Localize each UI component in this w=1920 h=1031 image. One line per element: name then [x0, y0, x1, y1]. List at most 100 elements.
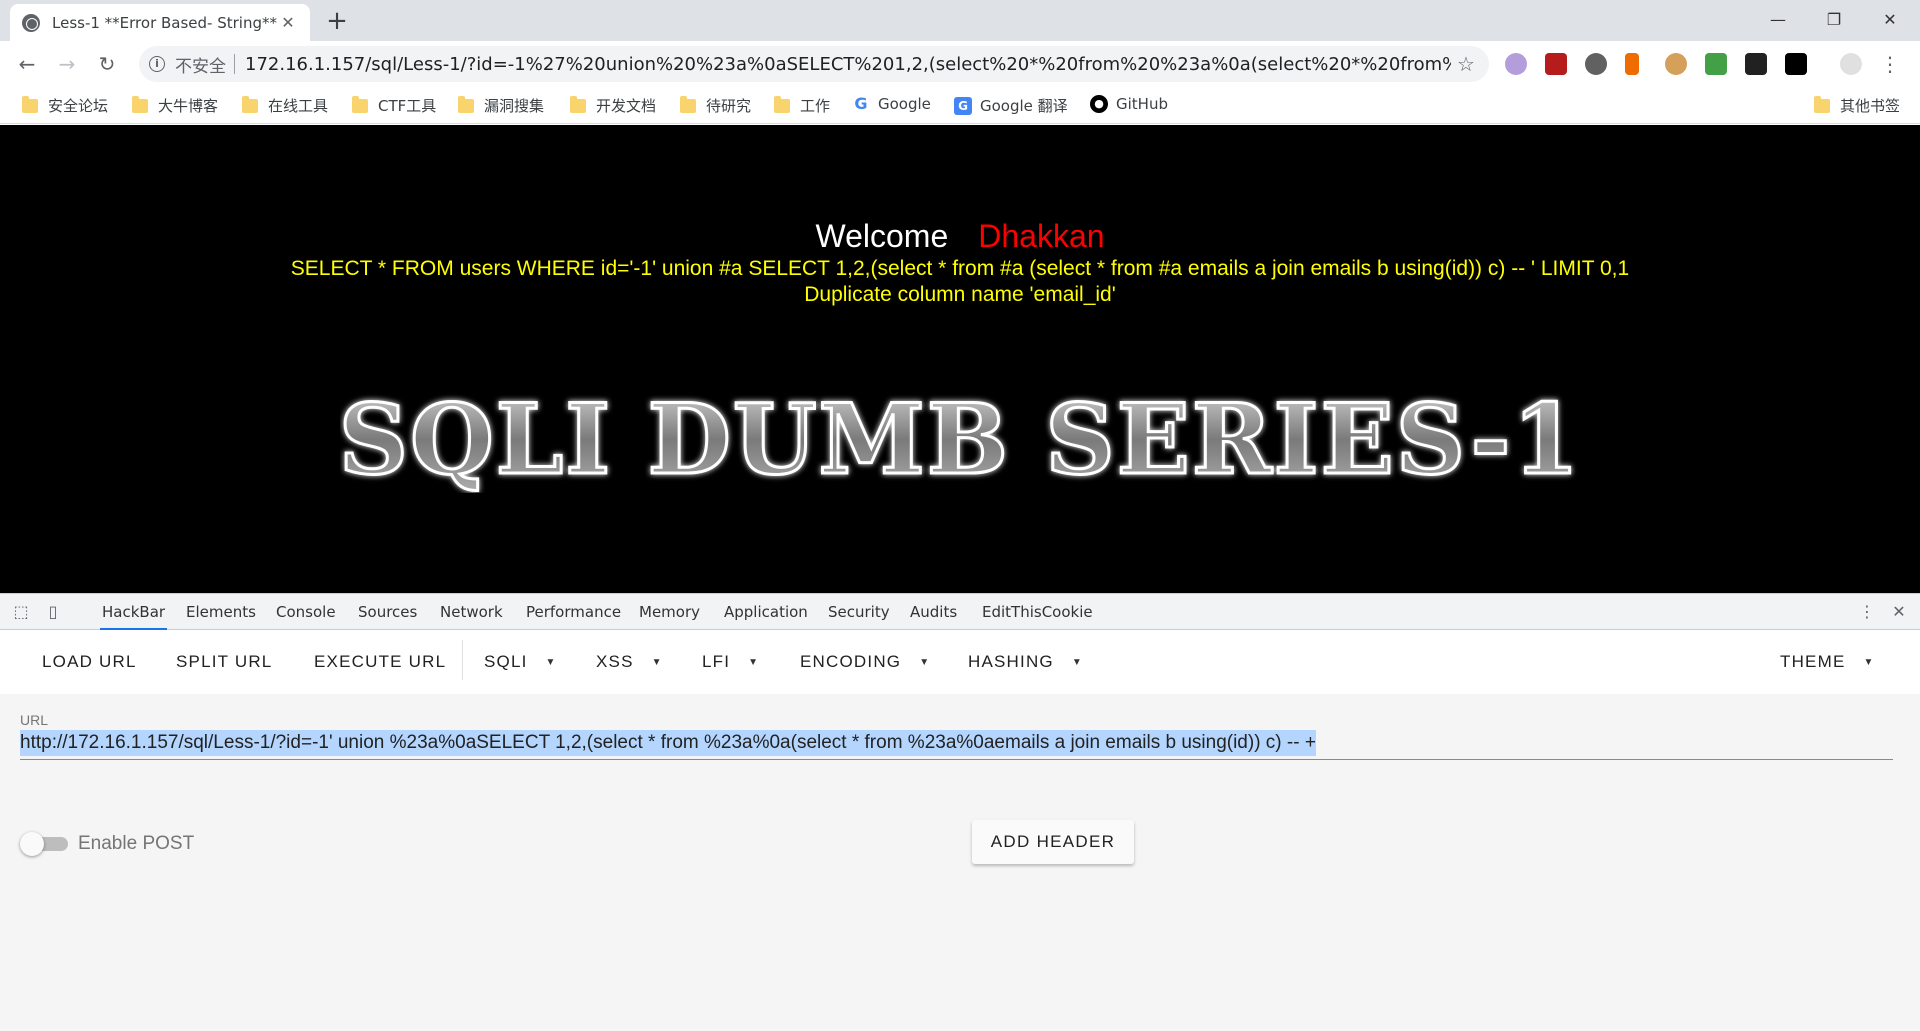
gear-extension-icon[interactable]: [1585, 53, 1607, 75]
h-extension-icon[interactable]: [1785, 53, 1807, 75]
tab-application[interactable]: Application: [722, 594, 810, 630]
tab-network[interactable]: Network: [438, 594, 505, 630]
bookmark-item[interactable]: G Google 翻译: [954, 95, 1068, 116]
tab-security[interactable]: Security: [826, 594, 892, 630]
bookmark-item[interactable]: ● GitHub: [1090, 95, 1168, 113]
spy-extension-icon[interactable]: [1745, 53, 1767, 75]
bookmark-item[interactable]: 工作: [774, 95, 830, 116]
encoding-label: ENCODING: [800, 652, 902, 671]
tab-close-icon[interactable]: ✕: [278, 13, 298, 32]
hashing-dropdown[interactable]: HASHING ▼: [968, 652, 1083, 672]
restore-icon[interactable]: ❐: [1806, 0, 1862, 38]
tab-performance[interactable]: Performance: [524, 594, 623, 630]
menu-kebab-icon[interactable]: ⋮: [1880, 53, 1900, 75]
forward-icon[interactable]: →: [52, 49, 82, 79]
folder-icon: [1814, 95, 1830, 113]
execute-url-button[interactable]: EXECUTE URL: [314, 652, 446, 672]
tab-editthiscookie[interactable]: EditThisCookie: [980, 594, 1095, 630]
paragraph-extension-icon[interactable]: [1625, 53, 1639, 75]
bookmark-item[interactable]: 安全论坛: [22, 95, 108, 116]
bookmark-item[interactable]: 开发文档: [570, 95, 656, 116]
bookmarks-bar: 安全论坛 大牛博客 在线工具 CTF工具 漏洞搜集 开发文档 待研究 工作 GG…: [0, 87, 1920, 124]
window-close-icon[interactable]: ✕: [1862, 0, 1918, 38]
xss-label: XSS: [596, 652, 634, 671]
sqli-dropdown[interactable]: SQLI ▼: [484, 652, 557, 672]
bookmark-item[interactable]: 其他书签: [1814, 95, 1900, 116]
enable-post-label: Enable POST: [78, 833, 195, 854]
back-icon[interactable]: ←: [12, 49, 42, 79]
encoding-dropdown[interactable]: ENCODING ▼: [800, 652, 930, 672]
device-toolbar-icon[interactable]: ▯: [44, 603, 62, 621]
browser-tab[interactable]: Less-1 **Error Based- String** ✕: [10, 4, 310, 41]
bookmark-item[interactable]: CTF工具: [352, 95, 436, 116]
split-url-button[interactable]: SPLIT URL: [176, 652, 272, 672]
omnibox-divider: [234, 54, 235, 74]
address-url[interactable]: 172.16.1.157/sql/Less-1/?id=-1%27%20unio…: [245, 54, 1451, 75]
bookmark-label: 大牛博客: [158, 97, 219, 115]
tab-console[interactable]: Console: [274, 594, 338, 630]
folder-icon: [242, 95, 258, 113]
caret-down-icon: ▼: [545, 657, 557, 669]
load-url-button[interactable]: LOAD URL: [42, 652, 137, 672]
tab-audits[interactable]: Audits: [908, 594, 959, 630]
menu-divider: [462, 640, 463, 680]
bookmark-item[interactable]: 漏洞搜集: [458, 95, 544, 116]
cookie-icon[interactable]: [1665, 53, 1687, 75]
tab-strip: Less-1 **Error Based- String** ✕ + — ❐ ✕: [0, 0, 1920, 41]
minimize-icon[interactable]: —: [1750, 0, 1806, 38]
translate-icon: G: [954, 96, 972, 115]
folder-icon: [680, 95, 696, 113]
folder-icon: [774, 95, 790, 113]
tab-sources[interactable]: Sources: [356, 594, 419, 630]
folder-icon: [458, 95, 474, 113]
sql-error-text: Duplicate column name 'email_id': [804, 283, 1116, 306]
bookmark-label: Google: [878, 95, 931, 113]
caret-down-icon: ▼: [1863, 657, 1875, 669]
devtools-panel: ⬚ ▯ HackBar Elements Console Sources Net…: [0, 593, 1920, 1031]
folder-icon: [22, 95, 38, 113]
theme-dropdown[interactable]: THEME ▼: [1780, 652, 1875, 672]
bookmark-label: Google 翻译: [980, 97, 1068, 115]
enable-post-toggle[interactable]: [20, 832, 68, 856]
add-header-button[interactable]: ADD HEADER: [972, 820, 1134, 864]
welcome-line: Welcome Dhakkan: [0, 218, 1920, 255]
caret-down-icon: ▼: [748, 657, 760, 669]
tab-hackbar[interactable]: HackBar: [100, 594, 168, 630]
extension-circle-icon[interactable]: [1505, 53, 1527, 75]
toggle-thumb: [20, 832, 44, 856]
url-value[interactable]: http://172.16.1.157/sql/Less-1/?id=-1' u…: [20, 730, 1316, 756]
bookmark-label: 待研究: [706, 97, 752, 115]
bookmark-label: 工作: [800, 97, 831, 115]
bookmark-item[interactable]: 在线工具: [242, 95, 328, 116]
tab-memory[interactable]: Memory: [637, 594, 702, 630]
bookmark-label: 其他书签: [1840, 97, 1901, 115]
bookmark-item[interactable]: G Google: [852, 95, 931, 114]
ublock-icon[interactable]: [1545, 53, 1567, 75]
bookmark-item[interactable]: 大牛博客: [132, 95, 218, 116]
inspect-element-icon[interactable]: ⬚: [12, 603, 30, 621]
bookmark-item[interactable]: 待研究: [680, 95, 751, 116]
devtools-close-icon[interactable]: ✕: [1890, 603, 1908, 621]
bookmark-star-icon[interactable]: ☆: [1451, 52, 1481, 76]
bookmark-label: GitHub: [1116, 95, 1168, 113]
url-textarea[interactable]: http://172.16.1.157/sql/Less-1/?id=-1' u…: [20, 730, 1893, 760]
reload-icon[interactable]: ↻: [92, 49, 122, 79]
hashing-label: HASHING: [968, 652, 1054, 671]
tab-elements[interactable]: Elements: [184, 594, 258, 630]
bookmark-label: 漏洞搜集: [484, 97, 545, 115]
folder-icon: [352, 95, 368, 113]
lfi-dropdown[interactable]: LFI ▼: [702, 652, 759, 672]
globe-icon: [22, 13, 40, 32]
new-tab-button[interactable]: +: [322, 8, 352, 38]
bookmark-label: 安全论坛: [48, 97, 109, 115]
info-icon[interactable]: i: [149, 56, 165, 72]
green-extension-icon[interactable]: [1705, 53, 1727, 75]
user-name: Dhakkan: [978, 218, 1105, 254]
devtools-menu-icon[interactable]: ⋮: [1858, 603, 1876, 621]
address-bar[interactable]: i 不安全 172.16.1.157/sql/Less-1/?id=-1%27%…: [139, 46, 1489, 82]
caret-down-icon: ▼: [1071, 657, 1083, 669]
profile-avatar[interactable]: [1840, 53, 1862, 75]
caret-down-icon: ▼: [651, 657, 663, 669]
banner-text: SQLI DUMB SERIES-1: [340, 383, 1580, 493]
xss-dropdown[interactable]: XSS ▼: [596, 652, 663, 672]
